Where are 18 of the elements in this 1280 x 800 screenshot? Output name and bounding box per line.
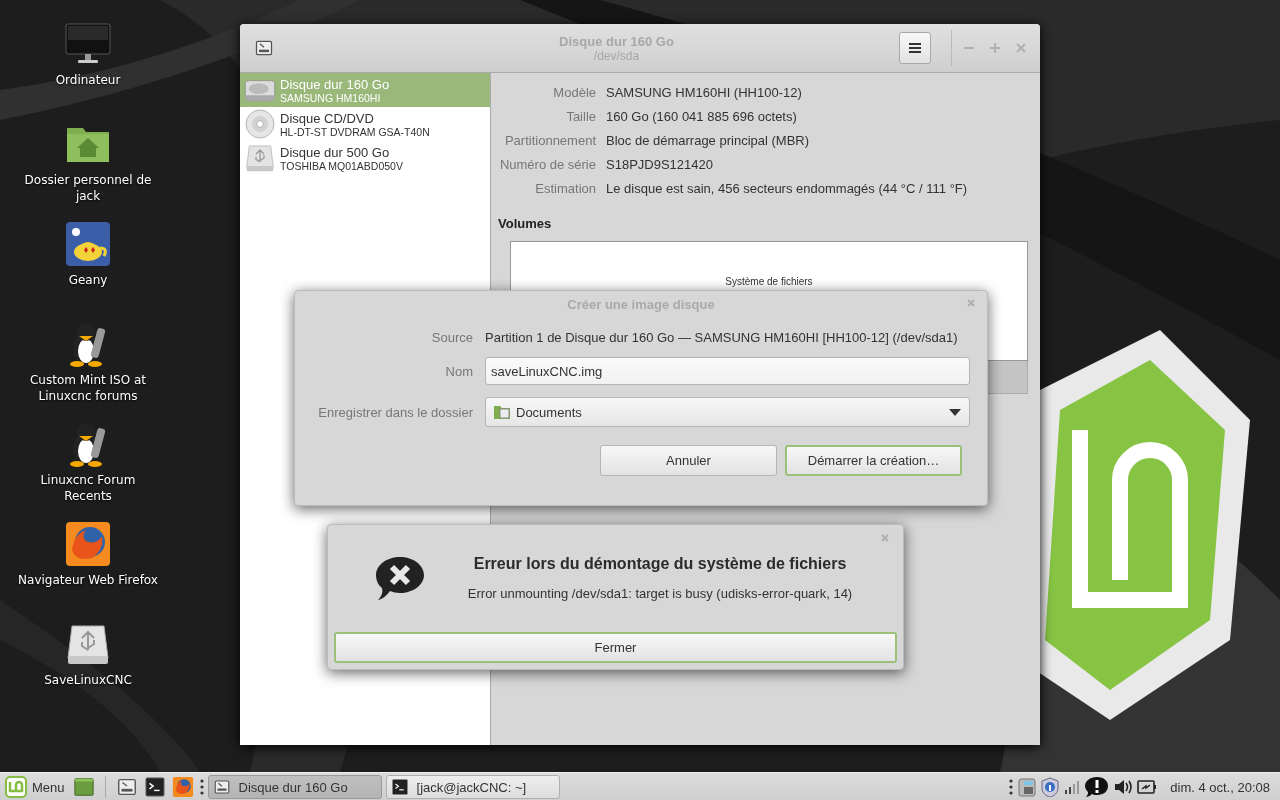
field-label: Partitionnement [503,132,596,150]
field-value: 160 Go (160 041 885 696 octets) [606,108,798,126]
volume-label: Système de fichiers [725,276,813,288]
field-value: SAMSUNG HM160HI (HH100-12) [606,84,803,102]
section-heading: Volumes [498,216,553,231]
field-value: Le disque est sain, 456 secteurs endommagés (44 °C / 111 °F) [606,180,969,198]
field-value: Bloc de démarrage principal (MBR) [606,132,811,150]
field-label: Estimation [534,180,596,198]
error-title: Erreur lors du démontage du système de fichiers [473,555,847,573]
field-label: Nom [444,363,473,379]
field-value: S18PJD9S121420 [606,156,714,174]
field-label: Enregistrer dans le dossier [317,404,473,420]
error-message: Error unmounting /dev/sda1: target is busy (udisks-error-quark, 14) [467,586,853,601]
field-label: Source [430,330,473,345]
field-label: Numéro de série [498,156,596,174]
field-label: Modèle [552,84,596,102]
source-value: Partition 1 de Disque dur 160 Go — SAMSUNG HM160HI [HH100-12] (/dev/sda1) [485,330,959,345]
field-label: Taille [565,108,596,126]
